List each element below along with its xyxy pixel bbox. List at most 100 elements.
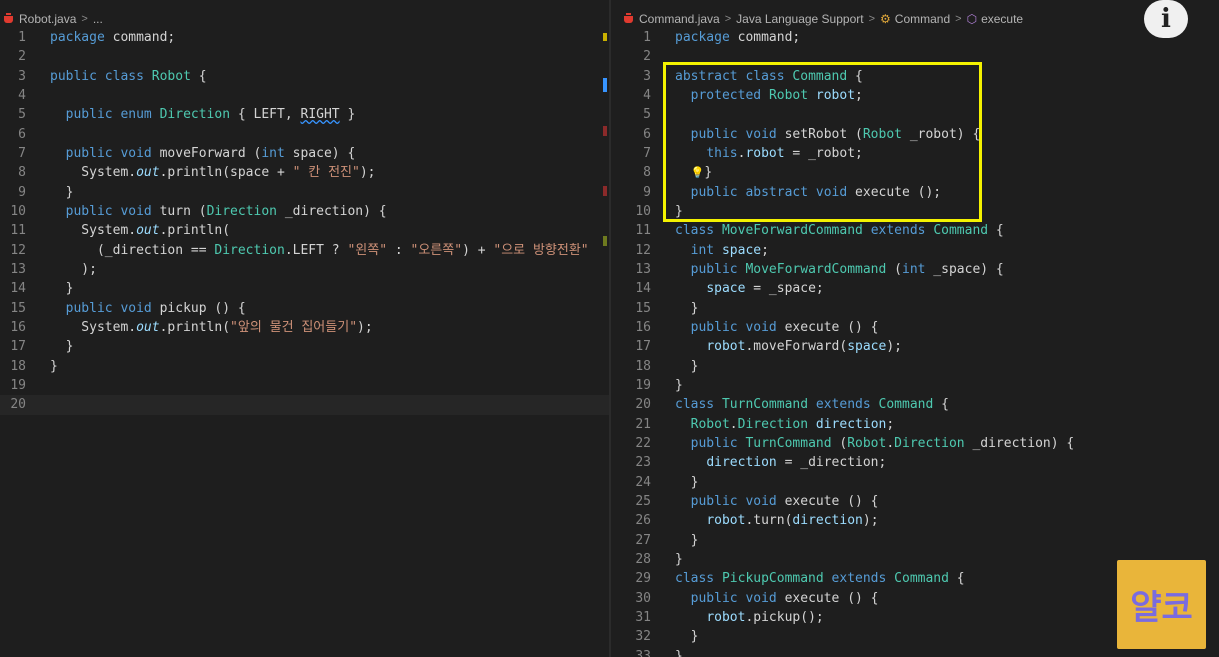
- class-symbol-icon: ⚙: [880, 12, 891, 26]
- code-text: public abstract void execute ();: [690, 184, 942, 200]
- line-number: 24: [635, 474, 651, 490]
- code-line[interactable]: 7 this.robot = _robot;: [611, 144, 1219, 163]
- code-line[interactable]: 26 robot.turn(direction);: [611, 511, 1219, 530]
- line-number: 30: [635, 590, 651, 606]
- code-line[interactable]: 11 System.out.println(: [0, 221, 609, 240]
- breadcrumb-language-support[interactable]: Java Language Support: [736, 12, 863, 26]
- code-line[interactable]: 1 package command;: [611, 28, 1219, 47]
- left-code-area[interactable]: 1 package command; 2 3 public class Robot {4…: [0, 28, 609, 415]
- code-text: protected Robot robot;: [690, 87, 863, 103]
- code-line[interactable]: 20 class TurnCommand extends Command {: [611, 395, 1219, 414]
- code-line[interactable]: 3 public class Robot {: [0, 67, 609, 86]
- code-text: robot.turn(direction);: [706, 513, 879, 529]
- code-text: (_direction == Direction.LEFT ? "왼쪽" : "…: [50, 242, 589, 258]
- code-line[interactable]: 21 Robot.Direction direction;: [611, 415, 1219, 434]
- line-number: 16: [10, 319, 26, 335]
- breadcrumb-more[interactable]: ...: [93, 12, 103, 26]
- code-text: }: [50, 184, 74, 200]
- line-number: 32: [635, 629, 651, 645]
- line-number: 17: [10, 339, 26, 355]
- line-number: 2: [18, 49, 26, 65]
- lightbulb-icon[interactable]: 💡: [691, 166, 705, 179]
- code-text: }: [675, 532, 699, 548]
- code-line[interactable]: 1 package command;: [0, 28, 609, 47]
- code-line[interactable]: 6: [0, 125, 609, 144]
- code-line[interactable]: 9 }: [0, 183, 609, 202]
- line-number: 9: [18, 184, 26, 200]
- scroll-marker: [603, 33, 607, 41]
- code-line[interactable]: 2: [611, 47, 1219, 66]
- code-line[interactable]: 8 💡}: [611, 163, 1219, 182]
- code-line[interactable]: 19: [0, 376, 609, 395]
- line-number: 13: [10, 261, 26, 277]
- code-line[interactable]: 13 );: [0, 260, 609, 279]
- code-line[interactable]: 17 }: [0, 337, 609, 356]
- code-line[interactable]: 20: [0, 395, 609, 415]
- code-text: robot.moveForward(space);: [706, 339, 902, 355]
- code-line[interactable]: 13 public MoveForwardCommand (int _space…: [611, 260, 1219, 279]
- line-number: 16: [635, 319, 651, 335]
- code-line[interactable]: 11 class MoveForwardCommand extends Comma…: [611, 221, 1219, 240]
- code-line[interactable]: 5 public enum Direction { LEFT, RIGHT }: [0, 105, 609, 124]
- line-number: 10: [635, 203, 651, 219]
- code-text: public void execute () {: [690, 493, 879, 509]
- code-text: public void execute () {: [690, 319, 879, 335]
- code-line[interactable]: 10 public void turn (Direction _directio…: [0, 202, 609, 221]
- code-text: }: [675, 648, 683, 657]
- scroll-marker: [603, 126, 607, 136]
- code-line[interactable]: 16 public void execute () {: [611, 318, 1219, 337]
- code-text: robot.pickup();: [706, 609, 824, 625]
- code-line[interactable]: 22 public TurnCommand (Robot.Direction _…: [611, 434, 1219, 453]
- code-line[interactable]: 6 public void setRobot (Robot _robot) {: [611, 125, 1219, 144]
- code-line[interactable]: 24 }: [611, 473, 1219, 492]
- line-number: 2: [643, 49, 651, 65]
- code-line[interactable]: 12 (_direction == Direction.LEFT ? "왼쪽" …: [0, 241, 609, 260]
- breadcrumb-method[interactable]: execute: [981, 12, 1023, 26]
- code-line[interactable]: 4: [0, 86, 609, 105]
- right-editor-pane[interactable]: Command.java > Java Language Support > ⚙…: [611, 0, 1219, 657]
- code-line[interactable]: 15 public void pickup () {: [0, 299, 609, 318]
- code-line[interactable]: 23 direction = _direction;: [611, 453, 1219, 472]
- code-line[interactable]: 27 }: [611, 531, 1219, 550]
- code-line[interactable]: 15 }: [611, 299, 1219, 318]
- breadcrumb-file[interactable]: Robot.java: [19, 12, 76, 26]
- code-text: space = _space;: [706, 281, 824, 297]
- code-line[interactable]: 8 System.out.println(space + " 칸 전진");: [0, 163, 609, 182]
- code-line[interactable]: 16 System.out.println("앞의 물건 집어들기");: [0, 318, 609, 337]
- code-text: public TurnCommand (Robot.Direction _dir…: [690, 435, 1075, 451]
- code-line[interactable]: 18 }: [611, 357, 1219, 376]
- code-line[interactable]: 7 public void moveForward (int space) {: [0, 144, 609, 163]
- code-text: int space;: [690, 242, 769, 258]
- code-line[interactable]: 25 public void execute () {: [611, 492, 1219, 511]
- code-text: class TurnCommand extends Command {: [675, 397, 949, 413]
- line-number: 11: [635, 223, 651, 239]
- breadcrumb-class[interactable]: Command: [895, 12, 950, 26]
- line-number: 18: [635, 358, 651, 374]
- line-number: 10: [10, 203, 26, 219]
- code-line[interactable]: 2: [0, 47, 609, 66]
- code-line[interactable]: 3 abstract class Command {: [611, 67, 1219, 86]
- code-text: }: [50, 339, 74, 355]
- line-number: 8: [18, 165, 26, 181]
- code-line[interactable]: 18}: [0, 357, 609, 376]
- info-icon[interactable]: i: [1144, 0, 1188, 38]
- code-line[interactable]: 17 robot.moveForward(space);: [611, 337, 1219, 356]
- code-line[interactable]: 14 }: [0, 279, 609, 298]
- code-line[interactable]: 10}: [611, 202, 1219, 221]
- left-editor-pane[interactable]: Robot.java > ... 1 package command; 2 3 publ…: [0, 0, 609, 657]
- breadcrumb-file[interactable]: Command.java: [639, 12, 720, 26]
- code-line[interactable]: 12 int space;: [611, 241, 1219, 260]
- code-line[interactable]: 9 public abstract void execute ();: [611, 183, 1219, 202]
- line-number: 1: [643, 30, 651, 45]
- code-line[interactable]: 5: [611, 105, 1219, 124]
- chevron-right-icon: >: [955, 13, 962, 25]
- java-file-icon: [623, 13, 635, 25]
- code-line[interactable]: 19}: [611, 376, 1219, 395]
- code-text: }: [675, 203, 683, 219]
- line-number: 3: [18, 68, 26, 84]
- code-line[interactable]: 14 space = _space;: [611, 279, 1219, 298]
- line-number: 15: [635, 300, 651, 316]
- line-number: 11: [10, 223, 26, 239]
- code-line[interactable]: 4 protected Robot robot;: [611, 86, 1219, 105]
- chevron-right-icon: >: [81, 13, 88, 25]
